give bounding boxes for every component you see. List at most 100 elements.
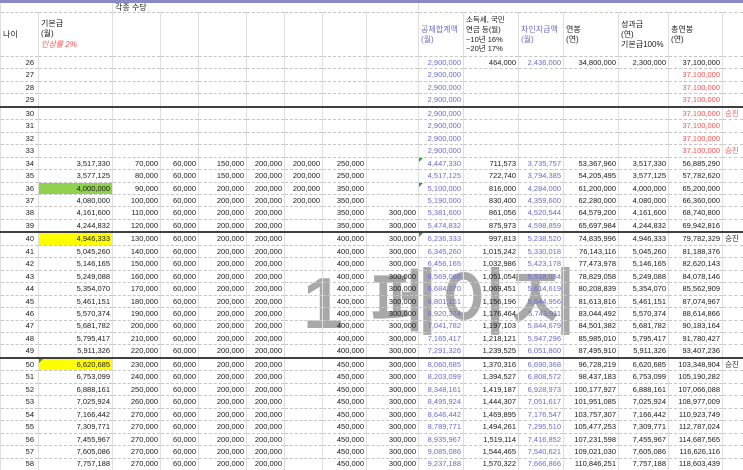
cell-income-tax-age-58[interactable]: 1,570,322	[463, 458, 520, 470]
cell-age-age-48[interactable]: 48	[0, 332, 39, 346]
cell-allowance-3-age-46[interactable]: 200,000	[198, 307, 247, 321]
cell-net-pay-age-45[interactable]: 5,644,956	[518, 295, 565, 309]
cell-allowance-2-age-33[interactable]	[160, 144, 199, 158]
cell-bonus-age-45[interactable]: 5,461,151	[618, 295, 670, 309]
cell-note-age-27[interactable]	[722, 68, 743, 82]
cell-net-pay-age-30[interactable]	[518, 105, 565, 121]
cell-allowance-7-age-53[interactable]: 300,000	[365, 395, 420, 409]
cell-age-age-33[interactable]: 33	[0, 144, 39, 158]
cell-allowance-6-age-56[interactable]: 450,000	[322, 433, 367, 447]
cell-allowance-3-age-54[interactable]: 200,000	[198, 408, 247, 422]
cell-base-salary-age-26[interactable]	[38, 56, 113, 70]
cell-allowance-1-age-27[interactable]	[112, 68, 161, 82]
cell-allowance-1-age-52[interactable]: 250,000	[112, 383, 161, 397]
cell-deduction-total-age-31[interactable]: 2,900,000	[418, 119, 465, 133]
cell-allowance-5-age-55[interactable]	[284, 420, 323, 434]
cell-allowance-2-age-28[interactable]	[160, 81, 199, 95]
cell-deduction-total-age-32[interactable]: 2,900,000	[418, 132, 465, 146]
cell-age-age-39[interactable]: 39	[0, 219, 39, 233]
cell-income-tax-age-46[interactable]: 1,176,464	[463, 307, 520, 321]
header-empty-cell[interactable]	[418, 3, 743, 13]
cell-deduction-total-age-52[interactable]: 8,348,161	[418, 383, 465, 397]
cell-allowance-4-age-44[interactable]: 200,000	[246, 282, 285, 296]
cell-annual-salary-age-43[interactable]: 78,829,058	[563, 270, 620, 284]
cell-net-pay-age-34[interactable]: 3,735,757	[518, 157, 565, 171]
cell-allowance-4-age-28[interactable]	[246, 81, 285, 95]
cell-net-pay-age-48[interactable]: 5,947,296	[518, 332, 565, 346]
cell-note-age-49[interactable]	[722, 344, 743, 359]
cell-allowance-7-age-56[interactable]: 300,000	[365, 433, 420, 447]
cell-age-age-56[interactable]: 56	[0, 433, 39, 447]
cell-allowance-7-age-52[interactable]: 300,000	[365, 383, 420, 397]
cell-base-salary-age-40[interactable]: 4,946,333	[38, 231, 113, 246]
cell-annual-salary-age-39[interactable]: 65,697,984	[563, 219, 620, 233]
cell-total-annual-age-57[interactable]: 116,626,116	[668, 445, 724, 459]
cell-allowance-3-age-47[interactable]: 200,000	[198, 320, 247, 333]
cell-age-age-45[interactable]: 45	[0, 295, 39, 309]
cell-allowance-5-age-36[interactable]: 200,000	[284, 182, 323, 196]
cell-age-age-27[interactable]: 27	[0, 68, 39, 82]
cell-total-annual-age-34[interactable]: 56,885,290	[668, 157, 724, 171]
cell-note-age-37[interactable]	[722, 194, 743, 208]
cell-allowance-4-age-27[interactable]	[246, 68, 285, 82]
cell-net-pay-age-27[interactable]	[518, 68, 565, 82]
cell-allowance-5-age-31[interactable]	[284, 119, 323, 133]
cell-allowance-7-age-36[interactable]	[365, 182, 420, 196]
cell-base-salary-age-37[interactable]: 4,080,000	[38, 194, 113, 208]
cell-income-tax-age-37[interactable]: 830,400	[463, 194, 520, 208]
cell-allowance-6-age-30[interactable]	[322, 105, 367, 121]
cell-age-age-57[interactable]: 57	[0, 445, 39, 459]
cell-income-tax-age-48[interactable]: 1,218,121	[463, 332, 520, 346]
cell-age-age-51[interactable]: 51	[0, 370, 39, 384]
cell-allowance-5-age-32[interactable]	[284, 132, 323, 146]
cell-allowance-1-age-45[interactable]: 180,000	[112, 295, 161, 309]
cell-allowance-3-age-44[interactable]: 200,000	[198, 282, 247, 296]
cell-allowance-6-age-33[interactable]	[322, 144, 367, 158]
cell-net-pay-age-33[interactable]	[518, 144, 565, 158]
cell-allowance-3-age-43[interactable]: 200,000	[198, 270, 247, 284]
cell-allowance-2-age-45[interactable]: 60,000	[160, 295, 199, 309]
cell-allowance-6-age-51[interactable]: 450,000	[322, 370, 367, 384]
cell-annual-salary-age-58[interactable]: 110,846,251	[563, 458, 620, 470]
cell-bonus-age-29[interactable]	[618, 93, 670, 108]
cell-age-age-37[interactable]: 37	[0, 194, 39, 208]
cell-total-annual-age-51[interactable]: 105,190,282	[668, 370, 724, 384]
cell-allowance-6-age-34[interactable]: 250,000	[322, 157, 367, 171]
cell-allowance-6-age-37[interactable]: 350,000	[322, 194, 367, 208]
cell-allowance-3-age-28[interactable]	[198, 81, 247, 95]
cell-total-annual-age-27[interactable]: 37,100,000	[668, 68, 724, 82]
cell-allowance-5-age-35[interactable]: 200,000	[284, 169, 323, 183]
cell-deduction-total-age-41[interactable]: 6,345,260	[418, 245, 465, 259]
cell-allowance-7-age-37[interactable]	[365, 194, 420, 208]
cell-allowance-7-age-42[interactable]: 300,000	[365, 257, 420, 271]
cell-note-age-50[interactable]: 승진	[722, 356, 743, 372]
cell-bonus-age-42[interactable]: 5,146,165	[618, 257, 670, 271]
cell-total-annual-age-54[interactable]: 110,923,749	[668, 408, 724, 422]
cell-base-salary-age-52[interactable]: 6,888,161	[38, 383, 113, 397]
cell-base-salary-age-48[interactable]: 5,795,417	[38, 332, 113, 346]
cell-allowance-1-age-40[interactable]: 130,000	[112, 231, 161, 246]
cell-allowance-1-age-36[interactable]: 90,000	[112, 182, 161, 196]
cell-allowance-6-age-46[interactable]: 400,000	[322, 307, 367, 321]
cell-deduction-total-age-29[interactable]: 2,900,000	[418, 93, 465, 108]
cell-allowance-6-age-32[interactable]	[322, 132, 367, 146]
cell-allowance-7-age-32[interactable]	[365, 132, 420, 146]
cell-allowance-5-age-49[interactable]	[284, 344, 323, 359]
cell-allowance-5-age-28[interactable]	[284, 81, 323, 95]
cell-allowance-7-age-35[interactable]	[365, 169, 420, 183]
cell-total-annual-age-31[interactable]: 37,100,000	[668, 119, 724, 133]
cell-allowance-7-age-38[interactable]: 300,000	[365, 206, 420, 220]
cell-total-annual-age-36[interactable]: 65,200,000	[668, 182, 724, 196]
cell-allowance-2-age-29[interactable]	[160, 93, 199, 108]
cell-allowance-1-age-46[interactable]: 190,000	[112, 307, 161, 321]
cell-bonus-age-32[interactable]	[618, 132, 670, 146]
cell-allowance-7-age-58[interactable]: 300,000	[365, 458, 420, 470]
col-header-allowance-7[interactable]	[365, 12, 420, 57]
cell-net-pay-age-57[interactable]: 7,540,621	[518, 445, 565, 459]
cell-allowance-2-age-31[interactable]	[160, 119, 199, 133]
cell-deduction-total-age-38[interactable]: 5,381,600	[418, 206, 465, 220]
col-group-header-allowances[interactable]: 각종 수당	[111, 3, 420, 13]
cell-annual-salary-age-26[interactable]: 34,800,000	[563, 56, 620, 70]
cell-deduction-total-age-57[interactable]: 9,085,086	[418, 445, 465, 459]
cell-deduction-total-age-30[interactable]: 2,900,000	[418, 105, 465, 121]
